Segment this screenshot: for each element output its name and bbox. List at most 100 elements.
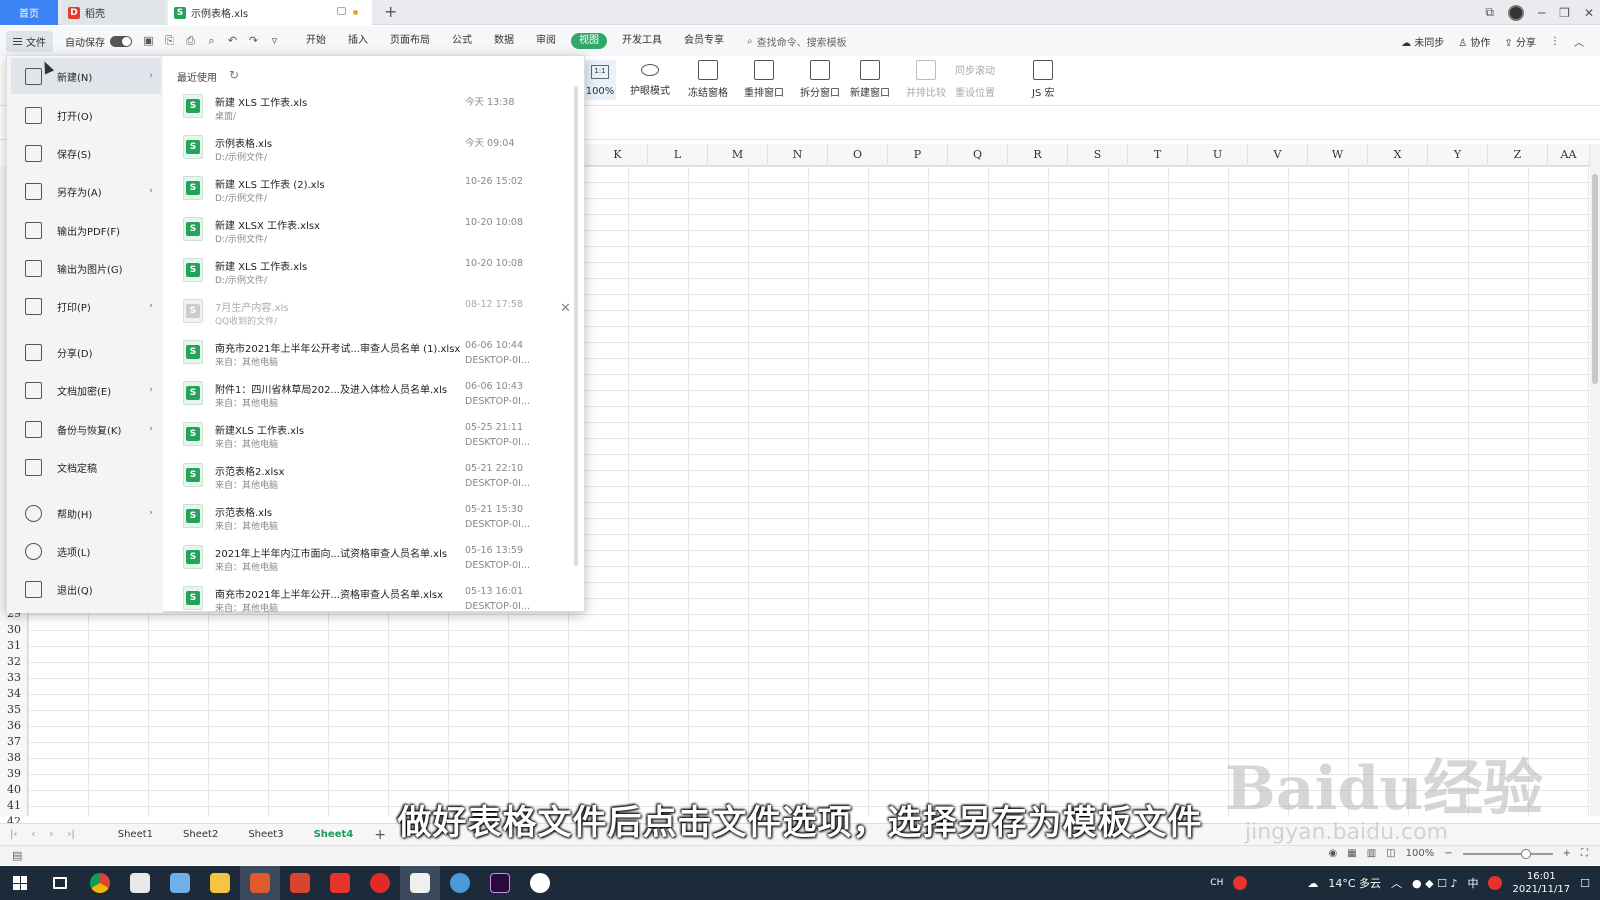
preview-icon[interactable]: ⌕ bbox=[205, 34, 218, 48]
language-indicator[interactable]: 中 bbox=[1467, 875, 1478, 891]
collaborate-button[interactable]: ♙ 协作 bbox=[1458, 34, 1490, 49]
tray-expand-icon[interactable]: ︿ bbox=[1391, 875, 1402, 891]
column-header-cell[interactable]: K bbox=[588, 144, 648, 166]
menu-item-save-as[interactable]: 另存为(A) › bbox=[11, 173, 161, 209]
arrange-windows-button[interactable]: 重排窗口 bbox=[744, 60, 784, 99]
close-button[interactable]: ✕ bbox=[1584, 6, 1594, 20]
sync-scroll-button[interactable]: 同步滚动 bbox=[955, 62, 995, 77]
recent-file[interactable]: 2021年上半年内江市面向...试资格审查人员名单.xls 来自：其他电脑 05-1… bbox=[175, 537, 573, 578]
refresh-icon[interactable]: ↻ bbox=[229, 68, 239, 82]
minimize-button[interactable]: ─ bbox=[1538, 6, 1545, 20]
sogou-icon[interactable] bbox=[1233, 876, 1248, 890]
column-header-cell[interactable]: W bbox=[1308, 144, 1368, 166]
split-window-button[interactable]: 拆分窗口 bbox=[800, 60, 840, 99]
recent-file[interactable]: 南充市2021年上半年公开考试...审查人员名单 (1).xlsx 来自：其他电脑… bbox=[175, 332, 573, 373]
file-menu-button[interactable]: 文件 bbox=[6, 30, 53, 52]
scroll-thumb[interactable] bbox=[1592, 174, 1598, 384]
zoom-in-icon[interactable]: + bbox=[1563, 848, 1571, 859]
macro-record-icon[interactable]: ▤ bbox=[12, 849, 22, 862]
zoom-slider[interactable] bbox=[1462, 848, 1553, 859]
column-header-cell[interactable]: Z bbox=[1488, 144, 1548, 166]
row-header-cell[interactable]: 36 bbox=[0, 718, 28, 734]
weather-icon[interactable]: ☁ bbox=[1307, 877, 1318, 890]
premiere-icon[interactable] bbox=[480, 866, 520, 900]
vertical-scrollbar[interactable] bbox=[1590, 144, 1600, 816]
netease-music-icon[interactable] bbox=[360, 866, 400, 900]
clock[interactable]: 16:01 2021/11/17 bbox=[1512, 870, 1570, 896]
window-pin-icon[interactable] bbox=[337, 7, 346, 15]
recent-file[interactable]: 7月生产内容.xls QQ收到的文件/08-12 17:58 ✕ bbox=[175, 291, 573, 332]
notification-icon[interactable]: ☐ bbox=[1580, 877, 1590, 890]
new-tab-button[interactable]: + bbox=[384, 2, 397, 21]
triangle-app-icon[interactable] bbox=[520, 866, 560, 900]
menu-item-exit[interactable]: 退出(Q) bbox=[11, 571, 161, 607]
remove-recent-icon[interactable]: ✕ bbox=[560, 301, 571, 316]
tab-view[interactable]: 视图 bbox=[571, 33, 607, 49]
column-header-cell[interactable]: V bbox=[1248, 144, 1308, 166]
share-button[interactable]: ⇪ 分享 bbox=[1504, 34, 1536, 49]
column-header-cell[interactable]: P bbox=[888, 144, 948, 166]
ime-indicator[interactable]: CH bbox=[1210, 878, 1223, 888]
app-icon[interactable] bbox=[120, 866, 160, 900]
column-header-cell[interactable]: S bbox=[1068, 144, 1128, 166]
column-header-cell[interactable]: AA bbox=[1548, 144, 1590, 166]
tab-member[interactable]: 会员专享 bbox=[673, 26, 735, 56]
js-macro-button[interactable]: JS 宏 bbox=[1032, 60, 1054, 99]
column-header-cell[interactable]: M bbox=[708, 144, 768, 166]
start-button[interactable] bbox=[0, 866, 40, 900]
menu-item-export-image[interactable]: 输出为图片(G) bbox=[11, 250, 161, 286]
row-header-cell[interactable]: 31 bbox=[0, 638, 28, 654]
autosave-toggle[interactable] bbox=[110, 35, 132, 47]
recent-scrollbar[interactable] bbox=[574, 86, 578, 566]
reset-position-button[interactable]: 重设位置 bbox=[955, 84, 995, 99]
column-header-cell[interactable]: N bbox=[768, 144, 828, 166]
side-by-side-button[interactable]: 并排比较 bbox=[906, 60, 946, 99]
row-header-cell[interactable]: 34 bbox=[0, 686, 28, 702]
customize-icon[interactable]: ▿ bbox=[268, 34, 281, 48]
column-header-cell[interactable]: O bbox=[828, 144, 888, 166]
zoom-100-button[interactable]: 1:1 100% bbox=[584, 60, 616, 100]
menu-item-open[interactable]: 打开(O) bbox=[11, 97, 161, 133]
tab-page-layout[interactable]: 页面布局 bbox=[379, 26, 441, 56]
row-header-cell[interactable]: 38 bbox=[0, 750, 28, 766]
menu-item-help[interactable]: 帮助(H) › bbox=[11, 495, 161, 531]
wps-ppt-icon[interactable] bbox=[280, 866, 320, 900]
tab-home[interactable]: 首页 bbox=[0, 0, 58, 25]
more-icon[interactable]: ⋮ bbox=[1550, 36, 1560, 47]
avatar[interactable] bbox=[1507, 4, 1524, 21]
tab-formulas[interactable]: 公式 bbox=[441, 26, 483, 56]
row-header-cell[interactable]: 39 bbox=[0, 766, 28, 782]
fullscreen-icon[interactable]: ⛶ bbox=[1581, 848, 1588, 859]
eye-protection-button[interactable]: 护眼模式 bbox=[630, 60, 670, 97]
menu-item-encrypt[interactable]: 文档加密(E) › bbox=[11, 372, 161, 408]
column-header-cell[interactable]: U bbox=[1188, 144, 1248, 166]
row-header-cell[interactable]: 30 bbox=[0, 622, 28, 638]
recent-file[interactable]: 示例表格.xls D:/示例文件/今天 09:04 bbox=[175, 127, 573, 168]
wps-sheet-icon[interactable] bbox=[240, 866, 280, 900]
column-header-cell[interactable]: L bbox=[648, 144, 708, 166]
calendar-icon[interactable] bbox=[400, 866, 440, 900]
row-header-cell[interactable]: 35 bbox=[0, 702, 28, 718]
chrome-icon[interactable] bbox=[80, 866, 120, 900]
recent-file[interactable]: 南充市2021年上半年公开...资格审查人员名单.xlsx 来自：其他电脑 05-1… bbox=[175, 578, 573, 613]
column-header-cell[interactable]: R bbox=[1008, 144, 1068, 166]
recent-file[interactable]: 示范表格2.xlsx 来自：其他电脑 05-21 22:10 DESKTOP-0I..… bbox=[175, 455, 573, 496]
menu-item-share[interactable]: 分享(D) bbox=[11, 334, 161, 370]
tab-insert[interactable]: 插入 bbox=[337, 26, 379, 56]
redo-icon[interactable]: ↷ bbox=[247, 34, 260, 48]
menu-item-backup[interactable]: 备份与恢复(K) › bbox=[11, 411, 161, 447]
taskview-icon[interactable] bbox=[40, 866, 80, 900]
layout-icon[interactable]: ⧉ bbox=[1485, 5, 1494, 20]
collapse-ribbon-icon[interactable]: ︿ bbox=[1574, 34, 1584, 49]
row-header-cell[interactable]: 37 bbox=[0, 734, 28, 750]
menu-item-save[interactable]: 保存(S) bbox=[11, 135, 161, 171]
sogou-tray-icon[interactable] bbox=[1488, 876, 1503, 890]
tab-data[interactable]: 数据 bbox=[483, 26, 525, 56]
tab-daoke[interactable]: D 稻壳 bbox=[62, 0, 166, 25]
restore-button[interactable]: ❐ bbox=[1559, 6, 1570, 20]
freeze-panes-button[interactable]: 冻结窗格 bbox=[688, 60, 728, 99]
recent-file[interactable]: 附件1：四川省林草局202...及进入体检人员名单.xls 来自：其他电脑 06-0… bbox=[175, 373, 573, 414]
print-icon[interactable]: ⎙ bbox=[184, 34, 197, 48]
recent-file[interactable]: 新建 XLSX 工作表.xlsx D:/示例文件/10-20 10:08 bbox=[175, 209, 573, 250]
recent-file[interactable]: 新建 XLS 工作表.xls 桌面/今天 13:38 bbox=[175, 86, 573, 127]
